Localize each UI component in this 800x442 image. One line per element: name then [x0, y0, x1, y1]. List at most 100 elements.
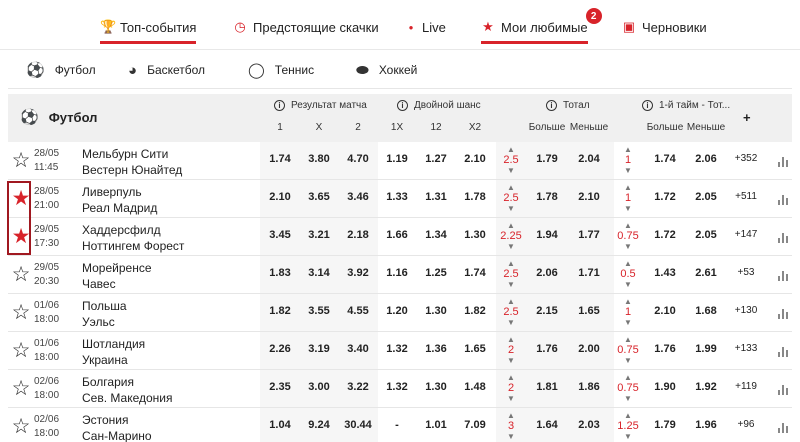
chevron-down-icon[interactable]: ▼: [499, 357, 523, 365]
more-markets-link[interactable]: +96: [738, 419, 755, 430]
favorite-star-icon[interactable]: ☆: [10, 263, 32, 287]
odds-cell[interactable]: 1.76: [536, 343, 557, 355]
event-teams[interactable]: Болгария Сев. Македония: [82, 374, 173, 406]
total-line-selector[interactable]: ▲ 3 ▼: [499, 412, 523, 442]
odds-cell[interactable]: 1.82: [464, 305, 485, 317]
first-half-line-selector[interactable]: ▲ 0.75 ▼: [616, 336, 640, 366]
odds-cell[interactable]: 1.78: [464, 191, 485, 203]
more-markets-link[interactable]: +53: [738, 267, 755, 278]
expand-markets-button[interactable]: +: [743, 110, 751, 125]
total-line-selector[interactable]: ▲ 2 ▼: [499, 374, 523, 404]
favorite-star-icon[interactable]: ☆: [10, 377, 32, 401]
event-teams[interactable]: Польша Уэльс: [82, 298, 127, 330]
odds-cell[interactable]: 1.32: [386, 343, 407, 355]
odds-cell[interactable]: 30.44: [344, 419, 372, 431]
chevron-down-icon[interactable]: ▼: [499, 205, 523, 213]
tab-upcoming-races[interactable]: ◷ Предстоящие скачки: [233, 16, 378, 38]
chevron-down-icon[interactable]: ▼: [499, 319, 523, 327]
odds-cell[interactable]: 1.76: [654, 343, 675, 355]
odds-cell[interactable]: 3.45: [269, 229, 290, 241]
chevron-down-icon[interactable]: ▼: [499, 395, 523, 403]
total-line-selector[interactable]: ▲ 2.25 ▼: [499, 222, 523, 252]
odds-cell[interactable]: 4.55: [347, 305, 368, 317]
chevron-up-icon[interactable]: ▲: [499, 222, 523, 230]
chevron-down-icon[interactable]: ▼: [499, 433, 523, 441]
chevron-down-icon[interactable]: ▼: [616, 433, 640, 441]
odds-cell[interactable]: 2.10: [464, 153, 485, 165]
sport-tab-hockey[interactable]: ⬬ Хоккей: [356, 60, 417, 80]
odds-cell[interactable]: 1.04: [269, 419, 290, 431]
odds-cell[interactable]: 9.24: [308, 419, 329, 431]
event-teams[interactable]: Хаддерсфилд Ноттингем Форест: [82, 222, 184, 254]
odds-cell[interactable]: 3.92: [347, 267, 368, 279]
odds-cell[interactable]: 1.74: [654, 153, 675, 165]
odds-cell[interactable]: 1.64: [536, 419, 557, 431]
statistics-icon[interactable]: [778, 347, 788, 357]
chevron-down-icon[interactable]: ▼: [616, 395, 640, 403]
chevron-down-icon[interactable]: ▼: [616, 357, 640, 365]
odds-cell[interactable]: 2.05: [695, 229, 716, 241]
more-markets-link[interactable]: +130: [735, 305, 758, 316]
odds-cell[interactable]: 2.26: [269, 343, 290, 355]
odds-cell[interactable]: 1.32: [386, 381, 407, 393]
odds-cell[interactable]: 1.16: [386, 267, 407, 279]
statistics-icon[interactable]: [778, 233, 788, 243]
odds-cell[interactable]: 2.18: [347, 229, 368, 241]
sport-tab-basketball[interactable]: ◕ Баскетбол: [128, 60, 205, 80]
odds-cell[interactable]: 1.43: [654, 267, 675, 279]
chevron-up-icon[interactable]: ▲: [499, 336, 523, 344]
odds-cell[interactable]: 2.06: [536, 267, 557, 279]
tab-drafts[interactable]: ▣ Черновики: [622, 16, 707, 38]
more-markets-link[interactable]: +147: [735, 229, 758, 240]
odds-cell[interactable]: 2.03: [578, 419, 599, 431]
odds-cell[interactable]: 4.70: [347, 153, 368, 165]
statistics-icon[interactable]: [778, 423, 788, 433]
odds-cell[interactable]: 3.00: [308, 381, 329, 393]
info-icon[interactable]: i: [546, 100, 557, 111]
tab-live[interactable]: ● Live: [406, 16, 446, 38]
odds-cell[interactable]: 1.72: [654, 191, 675, 203]
odds-cell[interactable]: 1.27: [425, 153, 446, 165]
odds-cell[interactable]: 1.68: [695, 305, 716, 317]
chevron-up-icon[interactable]: ▲: [616, 336, 640, 344]
odds-cell[interactable]: 3.55: [308, 305, 329, 317]
odds-cell[interactable]: 7.09: [464, 419, 485, 431]
chevron-up-icon[interactable]: ▲: [616, 222, 640, 230]
odds-cell[interactable]: 3.46: [347, 191, 368, 203]
odds-cell[interactable]: 1.83: [269, 267, 290, 279]
odds-cell[interactable]: 2.05: [695, 191, 716, 203]
odds-cell[interactable]: 1.86: [578, 381, 599, 393]
odds-cell[interactable]: 2.10: [578, 191, 599, 203]
odds-cell[interactable]: 2.06: [695, 153, 716, 165]
odds-cell[interactable]: 1.30: [425, 305, 446, 317]
chevron-up-icon[interactable]: ▲: [616, 260, 640, 268]
odds-cell[interactable]: 1.74: [269, 153, 290, 165]
odds-cell[interactable]: 1.01: [425, 419, 446, 431]
odds-cell[interactable]: 1.30: [464, 229, 485, 241]
odds-cell[interactable]: 3.21: [308, 229, 329, 241]
event-teams[interactable]: Эстония Сан-Марино: [82, 412, 152, 442]
more-markets-link[interactable]: +511: [735, 191, 757, 202]
odds-cell[interactable]: 2.00: [578, 343, 599, 355]
chevron-up-icon[interactable]: ▲: [499, 184, 523, 192]
odds-cell[interactable]: 1.90: [654, 381, 675, 393]
odds-cell[interactable]: 1.25: [425, 267, 446, 279]
statistics-icon[interactable]: [778, 195, 788, 205]
chevron-up-icon[interactable]: ▲: [499, 374, 523, 382]
chevron-down-icon[interactable]: ▼: [616, 243, 640, 251]
odds-cell[interactable]: 1.72: [654, 229, 675, 241]
chevron-down-icon[interactable]: ▼: [616, 281, 640, 289]
odds-cell[interactable]: 1.36: [425, 343, 446, 355]
odds-cell[interactable]: 1.92: [695, 381, 716, 393]
sport-tab-tennis[interactable]: ◯ Теннис: [248, 60, 314, 80]
chevron-down-icon[interactable]: ▼: [616, 319, 640, 327]
odds-cell[interactable]: 3.80: [308, 153, 329, 165]
first-half-line-selector[interactable]: ▲ 1 ▼: [616, 146, 640, 176]
odds-cell[interactable]: 2.10: [654, 305, 675, 317]
odds-cell[interactable]: 1.30: [425, 381, 446, 393]
chevron-up-icon[interactable]: ▲: [616, 146, 640, 154]
first-half-line-selector[interactable]: ▲ 1 ▼: [616, 184, 640, 214]
chevron-up-icon[interactable]: ▲: [499, 146, 523, 154]
odds-cell[interactable]: 1.78: [536, 191, 557, 203]
chevron-down-icon[interactable]: ▼: [616, 167, 640, 175]
